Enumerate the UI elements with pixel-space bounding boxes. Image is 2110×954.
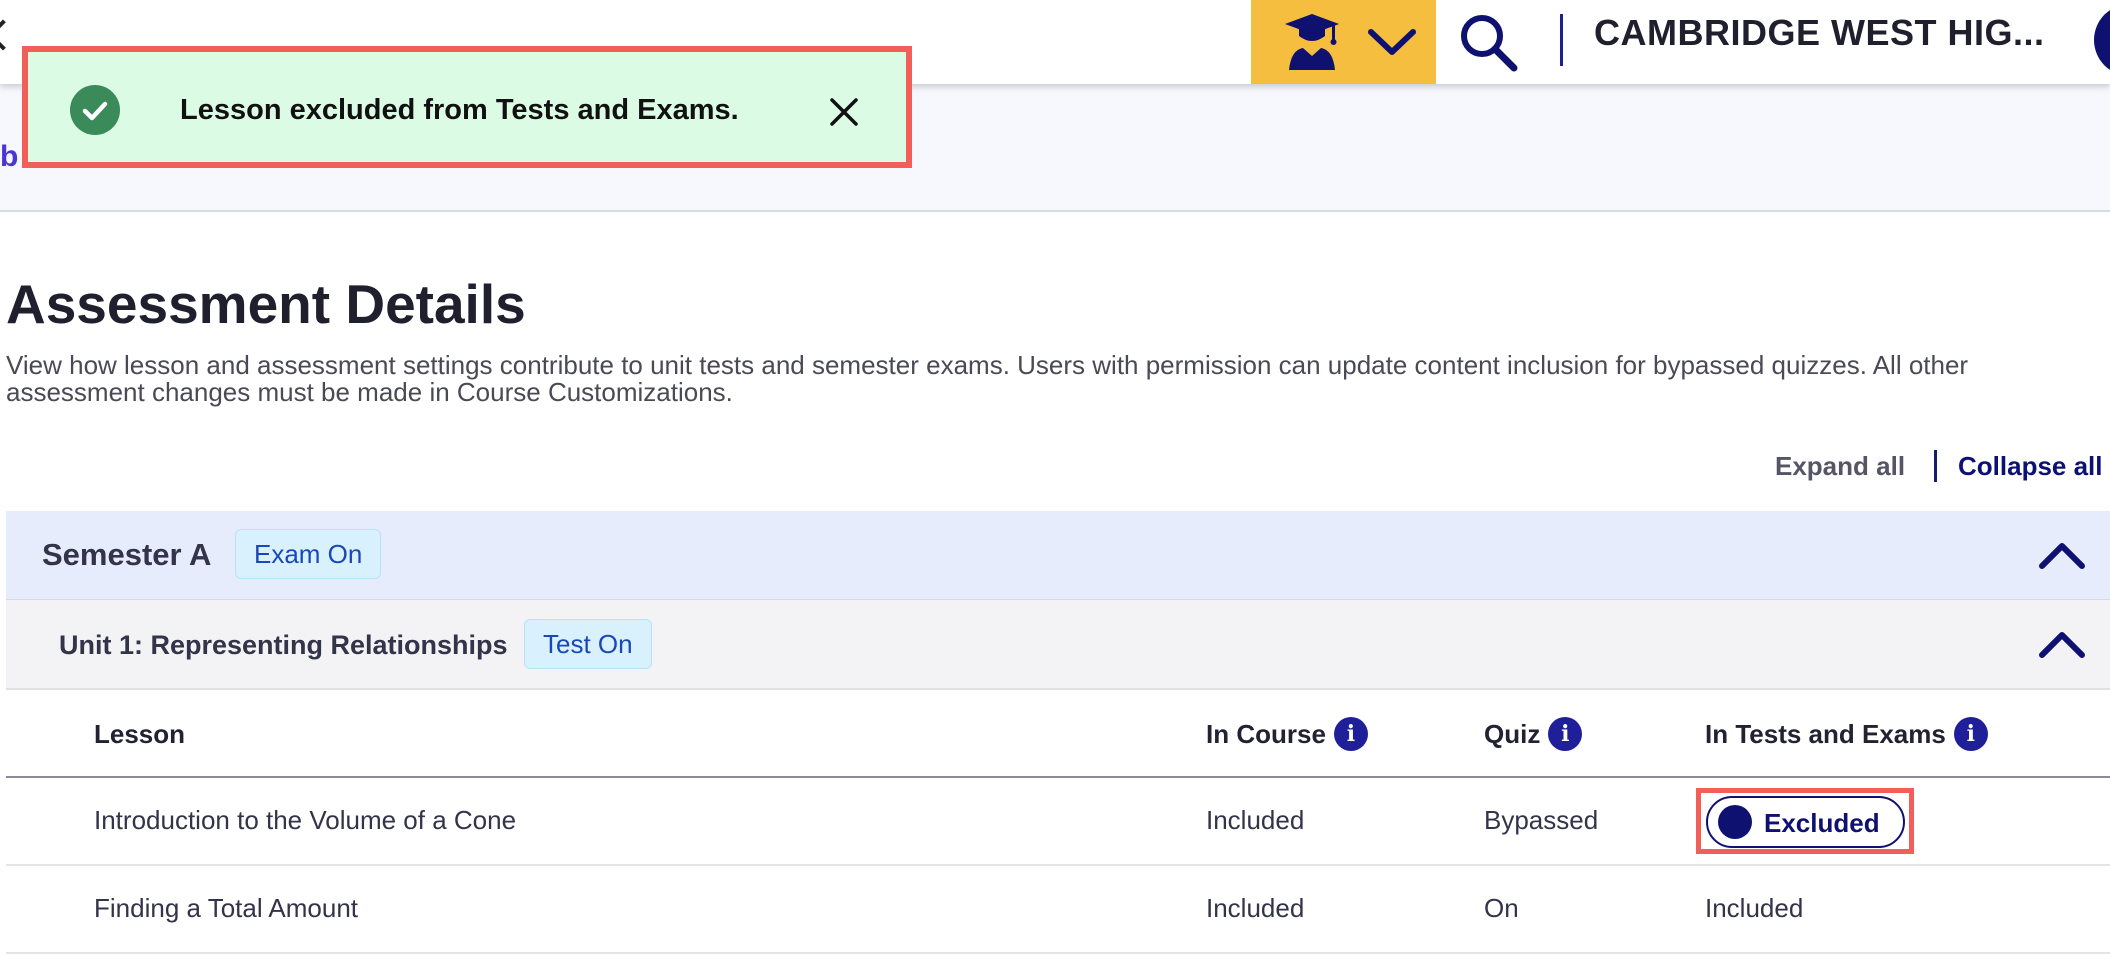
in-tests-toggle[interactable]: Excluded xyxy=(1706,796,1905,848)
info-icon[interactable]: i xyxy=(1333,717,1368,752)
column-header-label: Quiz xyxy=(1484,719,1541,749)
info-icon[interactable]: i xyxy=(1548,717,1583,752)
page-description: View how lesson and assessment settings … xyxy=(6,350,1969,407)
nav-divider xyxy=(1560,14,1563,66)
table-row: Finding a Total Amount Included On Inclu… xyxy=(6,866,2110,954)
chevron-up-icon[interactable] xyxy=(2038,628,2086,660)
link-divider xyxy=(1934,450,1937,482)
in-course-value: Included xyxy=(1206,805,1305,835)
column-header-quiz: Quiz i xyxy=(1484,717,1583,752)
chevron-up-icon[interactable] xyxy=(2038,539,2086,571)
column-header-label: In Course xyxy=(1206,719,1326,749)
school-name[interactable]: CAMBRIDGE WEST HIG... xyxy=(1594,12,2045,54)
in-tests-value: Included xyxy=(1705,893,1804,923)
column-header-label: Lesson xyxy=(94,719,186,749)
page-title: Assessment Details xyxy=(6,273,526,335)
column-header-lesson: Lesson xyxy=(94,719,185,750)
search-icon[interactable] xyxy=(1456,10,1520,74)
toggle-knob xyxy=(1718,805,1752,839)
unit-title: Unit 1: Representing Relationships xyxy=(59,630,508,660)
chevron-down-icon xyxy=(1368,29,1416,55)
quiz-value: On xyxy=(1484,893,1519,923)
toggle-label: Excluded xyxy=(1764,808,1880,838)
success-toast: Lesson excluded from Tests and Exams. xyxy=(22,46,912,168)
column-header-in-course: In Course i xyxy=(1206,717,1368,752)
lesson-table-header: Lesson In Course i Quiz i In Tests and Exa… xyxy=(6,690,2110,778)
lesson-name: Introduction to the Volume of a Cone xyxy=(94,805,517,835)
role-switcher-button[interactable] xyxy=(1251,0,1436,84)
column-header-in-tests-and-exams: In Tests and Exams i xyxy=(1705,717,1988,752)
info-icon[interactable]: i xyxy=(1953,717,1988,752)
collapse-all-link[interactable]: Collapse all xyxy=(1958,451,2103,482)
semester-accordion-header[interactable]: Semester A Exam On xyxy=(6,511,2110,601)
test-status-badge: Test On xyxy=(524,619,652,669)
close-icon[interactable] xyxy=(828,96,860,128)
unit-accordion-header[interactable]: Unit 1: Representing Relationships Test … xyxy=(6,600,2110,690)
column-header-label: In Tests and Exams xyxy=(1705,719,1946,749)
quiz-value: Bypassed xyxy=(1484,805,1599,835)
toast-message: Lesson excluded from Tests and Exams. xyxy=(180,94,739,126)
in-course-value: Included xyxy=(1206,893,1305,923)
breadcrumb-link[interactable]: b xyxy=(0,140,18,174)
exam-status-badge: Exam On xyxy=(235,529,382,579)
expand-all-link[interactable]: Expand all xyxy=(1775,451,1905,482)
semester-title: Semester A xyxy=(42,537,212,572)
lesson-name: Finding a Total Amount xyxy=(94,893,359,923)
chevron-left-icon[interactable] xyxy=(0,19,19,51)
check-circle-icon xyxy=(70,85,120,135)
graduation-cap-icon xyxy=(1285,14,1339,70)
table-row: Introduction to the Volume of a Cone Inc… xyxy=(6,778,2110,866)
avatar[interactable] xyxy=(2094,4,2110,76)
